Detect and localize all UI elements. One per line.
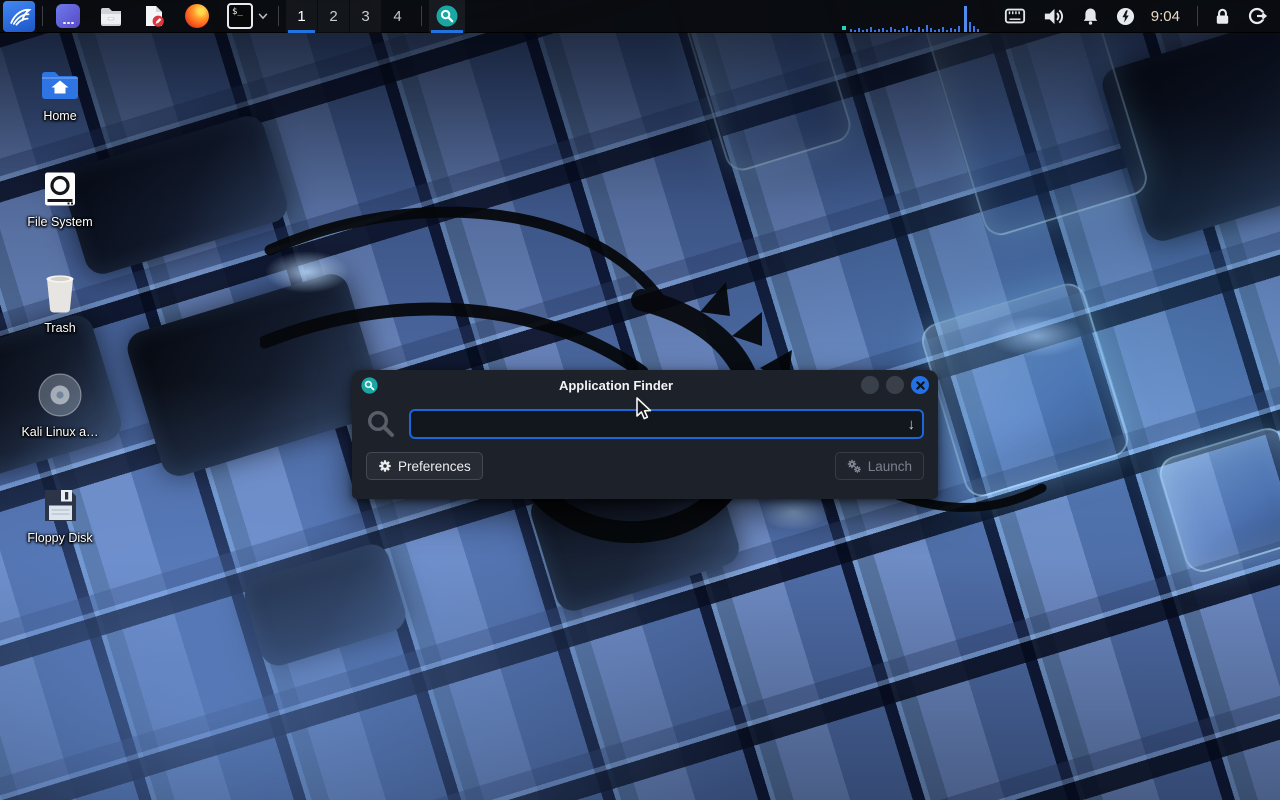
launch-button[interactable]: Launch [835,452,924,480]
dropdown-arrow-icon[interactable]: ↓ [908,414,916,435]
cpu-graph[interactable] [840,0,990,33]
application-finder-icon [436,5,458,27]
panel-separator [42,6,43,26]
search-entry: ↓ [409,409,924,439]
file-manager-launcher[interactable] [98,1,124,32]
desktop-icon-file-system[interactable]: File System [12,162,108,229]
search-icon [366,409,396,439]
desktop-icon-label: Floppy Disk [27,531,92,545]
application-finder-titlebar-icon [361,377,378,394]
top-panel: $_ 1 2 3 4 [0,0,1280,33]
workspace-switcher: 1 2 3 4 [286,0,414,33]
launcher-bar: $_ [55,1,253,32]
folder-icon [99,4,123,28]
volume-tray-button[interactable] [1042,5,1065,28]
taskbar-application-finder-button[interactable] [429,0,465,33]
application-finder-window: Application Finder ↓ [352,370,938,499]
launch-gears-icon [847,459,862,474]
floppy-disk-icon [42,487,79,524]
workspace-2-label: 2 [329,8,337,25]
preferences-label: Preferences [398,459,471,474]
desktop-icon-trash[interactable]: Trash [12,268,108,335]
desktop-icon-floppy-disk[interactable]: Floppy Disk [12,478,108,545]
workspace-1-button[interactable]: 1 [286,0,317,33]
firefox-launcher[interactable] [184,1,210,32]
workspace-3-button[interactable]: 3 [350,0,381,33]
window-titlebar[interactable]: Application Finder [352,370,938,400]
launch-label: Launch [868,459,912,474]
desktop-icon-label: File System [27,215,92,229]
window-body: ↓ Preferences [352,400,938,480]
workspace-3-label: 3 [361,8,369,25]
firefox-icon [185,4,209,28]
power-bolt-icon [1116,7,1135,26]
desktop-icon-label: Kali Linux a… [21,425,98,439]
close-icon [916,381,925,390]
home-folder-icon [40,68,80,102]
minimize-button[interactable] [861,376,879,394]
lock-icon [1213,7,1232,26]
desktop-screen: $_ 1 2 3 4 [0,0,1280,800]
kali-dragon-icon [6,3,32,29]
workspace-4-label: 4 [393,8,401,25]
panel-separator [421,6,422,26]
terminal-dropdown-button[interactable] [255,1,271,32]
optical-disc-icon [37,372,83,418]
desktop-icon-label: Trash [44,321,76,335]
text-editor-launcher[interactable] [141,1,167,32]
chevron-down-icon [257,10,269,22]
maximize-button[interactable] [886,376,904,394]
search-input[interactable] [411,411,922,437]
lock-screen-button[interactable] [1213,7,1232,26]
keyboard-icon [1004,5,1026,27]
preferences-button[interactable]: Preferences [366,452,483,480]
bell-icon [1081,7,1100,26]
window-app-icon [56,4,80,28]
panel-separator [1197,6,1198,26]
active-task-underline [431,30,463,33]
kali-dragon-silhouette [260,130,1060,590]
active-workspace-underline [288,30,315,33]
trash-icon [42,272,78,314]
workspace-2-button[interactable]: 2 [318,0,349,33]
logout-button[interactable] [1248,6,1268,26]
panel-clock[interactable]: 9:04 [1151,8,1180,25]
gear-icon [378,459,392,473]
desktop-icon-kali-cd[interactable]: Kali Linux a… [12,372,108,439]
keyboard-tray-button[interactable] [1004,5,1026,27]
power-manager-tray-button[interactable] [1116,7,1135,26]
desktop-icon-home[interactable]: Home [12,56,108,123]
document-edit-icon [142,4,166,28]
system-tray: 9:04 [840,0,1280,33]
applications-menu-button[interactable] [3,1,35,32]
workspace-1-label: 1 [297,8,305,25]
workspace-4-button[interactable]: 4 [382,0,413,33]
files-app-launcher[interactable] [55,1,81,32]
terminal-icon: $_ [227,3,253,29]
terminal-launcher[interactable]: $_ [227,1,253,32]
close-button[interactable] [911,376,929,394]
logout-icon [1248,6,1268,26]
panel-separator [278,6,279,26]
volume-icon [1042,5,1065,28]
hard-drive-icon [42,171,78,208]
notifications-tray-button[interactable] [1081,7,1100,26]
window-title: Application Finder [378,378,854,393]
desktop-icon-label: Home [43,109,76,123]
